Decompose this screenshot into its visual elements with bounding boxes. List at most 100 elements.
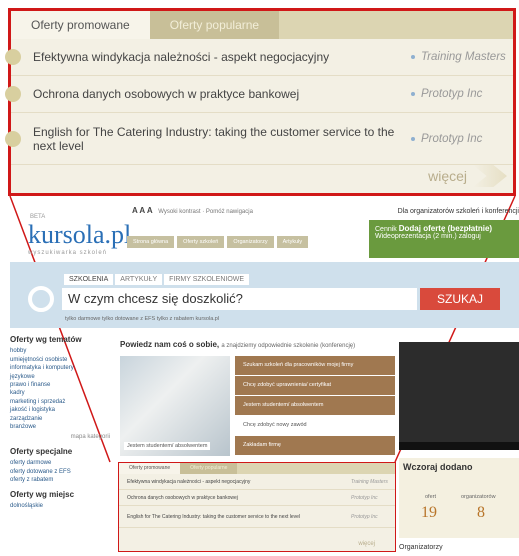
hero-options: Szukam szkoleń dla pracowników mojej fir…: [235, 356, 395, 456]
hero-option[interactable]: Chcę zdobyć uprawnienia/ certyfikat: [235, 376, 395, 395]
hero-option[interactable]: Zakładam firmę: [235, 436, 395, 455]
dot-icon: [411, 92, 415, 96]
special-link[interactable]: oferty z rabatem: [10, 476, 110, 484]
row-bullet: [5, 86, 21, 102]
help-link[interactable]: Pomóż nawigacja: [206, 209, 253, 215]
nav-offers[interactable]: Oferty szkoleń: [177, 236, 225, 248]
specials-heading: Oferty specjalne: [10, 446, 73, 456]
offer-company[interactable]: Training Masters: [411, 51, 513, 63]
mini-tabs: Oferty promowane Oferty popularne: [119, 463, 395, 474]
accessibility-tools: A A A Wysoki kontrast · Pomóż nawigacja: [132, 206, 253, 215]
chevron-right-icon: [473, 165, 507, 187]
offer-company[interactable]: Training Masters: [351, 479, 395, 485]
video-player[interactable]: [399, 342, 519, 450]
tab-popular[interactable]: Oferty popularne: [180, 463, 238, 474]
special-link[interactable]: oferty darmowe: [10, 459, 110, 467]
yesterday-stats: Wczoraj dodano ofert organizatorów 19 8: [399, 458, 519, 538]
organizers-count: 8: [477, 504, 485, 521]
yesterday-title: Wczoraj dodano: [403, 462, 473, 472]
more-link[interactable]: więcej: [358, 541, 375, 547]
offer-row[interactable]: Efektywna windykacja należności - aspekt…: [5, 39, 513, 76]
tab-articles[interactable]: ARTYKUŁY: [115, 274, 163, 285]
offer-row[interactable]: Ochrona danych osobowych w praktyce bank…: [5, 76, 513, 113]
font-size-switch[interactable]: A A A: [132, 206, 153, 215]
search-panel: SZKOLENIA ARTYKUŁY FIRMY SZKOLENIOWE W c…: [10, 262, 519, 328]
offer-title[interactable]: Efektywna windykacja należności - aspekt…: [33, 50, 411, 64]
offer-row[interactable]: English for The Catering Industry: takin…: [5, 113, 513, 165]
special-link[interactable]: oferty dotowane z EFS: [10, 468, 110, 476]
hero-photo: Jestem studentem/ absolwentem: [120, 356, 230, 456]
organizers-label: organizatorów: [461, 494, 496, 500]
offer-title[interactable]: Ochrona danych osobowych w praktyce bank…: [127, 495, 351, 501]
topic-link[interactable]: hobby: [10, 347, 110, 355]
topic-link[interactable]: zarządzanie: [10, 415, 110, 423]
hero-title-text: Powiedz nam coś o sobie,: [120, 340, 220, 349]
contrast-link[interactable]: Wysoki kontrast: [158, 209, 200, 215]
tab-promoted[interactable]: Oferty promowane: [11, 11, 150, 39]
hero-section: Powiedz nam coś o sobie, a znajdziemy od…: [120, 340, 395, 458]
search-button[interactable]: SZUKAJ: [420, 288, 500, 310]
offer-title[interactable]: Ochrona danych osobowych w praktyce bank…: [33, 87, 411, 101]
topic-link[interactable]: informatyka i komputery: [10, 364, 110, 372]
offer-title[interactable]: Efektywna windykacja należności - aspekt…: [127, 479, 351, 485]
offer-row[interactable]: Efektywna windykacja należności - aspekt…: [119, 474, 395, 490]
topic-link[interactable]: marketing i sprzedaż: [10, 398, 110, 406]
offer-row[interactable]: English for The Catering Industry: takin…: [119, 506, 395, 528]
row-bullet: [5, 49, 21, 65]
topic-link[interactable]: językowe: [10, 373, 110, 381]
offer-company-name: Training Masters: [421, 51, 506, 63]
offer-company[interactable]: Prototyp Inc: [351, 495, 395, 501]
topic-link[interactable]: branżowe: [10, 423, 110, 431]
nav-organizers[interactable]: Organizatorzy: [227, 236, 274, 248]
add-offer-box[interactable]: Cennik Dodaj ofertę (bezpłatnie) Wideopr…: [369, 220, 519, 258]
row-bullet: [5, 130, 21, 147]
topic-link[interactable]: umiejętności osobiste: [10, 356, 110, 364]
website-screenshot: A A A Wysoki kontrast · Pomóż nawigacja …: [10, 200, 519, 556]
more-link[interactable]: więcej: [428, 165, 507, 187]
offer-title[interactable]: English for The Catering Industry: takin…: [127, 514, 351, 520]
main-nav: Strona główna Oferty szkoleń Organizator…: [127, 236, 309, 248]
category-map-link[interactable]: mapa kategorii: [10, 433, 110, 441]
offer-row[interactable]: Ochrona danych osobowych w praktyce bank…: [119, 490, 395, 506]
offers-label: ofert: [425, 494, 437, 500]
tab-promoted[interactable]: Oferty promowane: [119, 463, 181, 474]
mini-offers-panel: Oferty promowane Oferty popularne Efekty…: [118, 462, 396, 552]
topics-heading: Oferty wg tematów: [10, 335, 82, 344]
search-icon: [28, 286, 54, 312]
zoomed-offers-panel: Oferty promowane Oferty popularne Efekty…: [5, 8, 516, 196]
search-filters[interactable]: tylko darmowe tylko dotowane z EFS tylko…: [65, 316, 219, 322]
photo-caption: Jestem studentem/ absolwentem: [124, 442, 211, 450]
offer-company[interactable]: Prototyp Inc: [411, 88, 513, 100]
organizers-footer-heading: Organizatorzy: [399, 544, 443, 551]
beta-badge: BETA: [30, 214, 46, 220]
hero-option[interactable]: Szukam szkoleń dla pracowników mojej fir…: [235, 356, 395, 375]
offers-count: 19: [421, 504, 437, 521]
tab-trainings[interactable]: SZKOLENIA: [64, 274, 114, 285]
hero-title: Powiedz nam coś o sobie, a znajdziemy od…: [120, 340, 395, 349]
offer-title[interactable]: English for The Catering Industry: takin…: [33, 125, 411, 153]
offer-company[interactable]: Prototyp Inc: [351, 514, 395, 520]
offer-company[interactable]: Prototyp Inc: [411, 133, 513, 145]
offer-company-name: Prototyp Inc: [421, 132, 483, 145]
pricing-link[interactable]: Cennik: [375, 226, 397, 233]
topic-link[interactable]: jakość i logistyka: [10, 406, 110, 414]
offer-company-name: Prototyp Inc: [421, 88, 483, 100]
left-sidebar: Oferty wg tematów hobby umiejętności oso…: [10, 335, 110, 510]
place-link[interactable]: dolnośląskie: [10, 502, 110, 510]
login-link[interactable]: zaloguj: [459, 233, 481, 240]
hero-option[interactable]: Jestem studentem/ absolwentem: [235, 396, 395, 415]
nav-home[interactable]: Strona główna: [127, 236, 175, 248]
tab-companies[interactable]: FIRMY SZKOLENIOWE: [164, 274, 250, 285]
topic-link[interactable]: prawo i finanse: [10, 381, 110, 389]
site-logo[interactable]: BETA kursola.pl wyszukiwarka szkoleń: [28, 214, 132, 256]
search-input[interactable]: W czym chcesz się doszkolić?: [62, 288, 417, 310]
logo-text: kursola.pl: [28, 220, 132, 249]
tab-popular[interactable]: Oferty popularne: [149, 11, 280, 39]
topic-link[interactable]: kadry: [10, 389, 110, 397]
hero-option[interactable]: Chcę zdobyć nowy zawód: [235, 416, 395, 435]
video-link[interactable]: Wideoprezentacja (2 min.): [375, 233, 457, 240]
search-tabs: SZKOLENIA ARTYKUŁY FIRMY SZKOLENIOWE: [64, 274, 250, 285]
nav-articles[interactable]: Artykuły: [276, 236, 309, 248]
video-controls[interactable]: [399, 442, 519, 450]
add-offer-button[interactable]: Dodaj ofertę (bezpłatnie): [399, 224, 492, 233]
